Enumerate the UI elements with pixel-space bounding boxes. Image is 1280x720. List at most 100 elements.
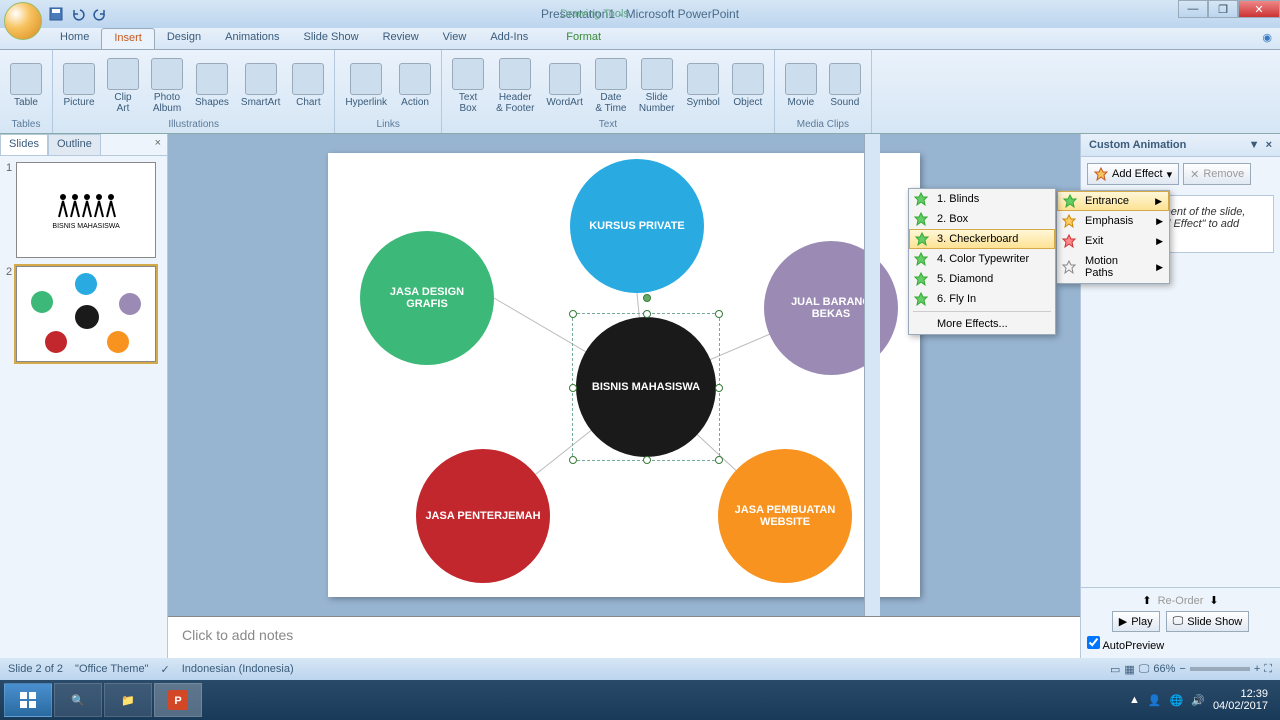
pane-dropdown-icon[interactable]: ▼	[1249, 139, 1260, 151]
view-slideshow-icon[interactable]: 🖵	[1139, 663, 1150, 676]
minimize-button[interactable]: —	[1178, 0, 1208, 18]
effect-diamond[interactable]: 5. Diamond	[909, 269, 1055, 289]
slide-panel: Slides Outline × 1 BISNIS MAHASISWA 2	[0, 134, 168, 658]
view-normal-icon[interactable]: ▭	[1110, 663, 1120, 676]
effect-color-typewriter[interactable]: 4. Color Typewriter	[909, 249, 1055, 269]
tab-slideshow[interactable]: Slide Show	[292, 28, 371, 49]
tab-addins[interactable]: Add-Ins	[478, 28, 540, 49]
ribbon-movie[interactable]: Movie	[781, 61, 821, 110]
pane-close-icon[interactable]: ×	[1266, 139, 1272, 151]
ribbon-symbol[interactable]: Symbol	[683, 61, 724, 110]
ribbon-group-tables: TableTables	[0, 50, 53, 133]
ribbon-picture[interactable]: Picture	[59, 61, 99, 110]
tray-up-icon[interactable]: ▲	[1129, 694, 1140, 706]
title-bar: Presentation1 - Microsoft PowerPoint Dra…	[0, 0, 1280, 28]
zoom-level[interactable]: 66%	[1153, 663, 1175, 675]
ribbon-action[interactable]: Action	[395, 61, 435, 110]
slide-thumbnail-1[interactable]: BISNIS MAHASISWA	[16, 162, 156, 258]
tab-insert[interactable]: Insert	[101, 28, 155, 49]
reorder-down-icon[interactable]: ⬇	[1209, 594, 1218, 607]
slideshow-button[interactable]: 🖵 Slide Show	[1166, 611, 1250, 632]
tray-user-icon[interactable]: 👤	[1148, 694, 1162, 707]
menu-motion-paths[interactable]: Motion Paths▶	[1057, 251, 1169, 283]
slide-canvas[interactable]: KURSUS PRIVATE JASA DESIGN GRAFIS JUAL B…	[328, 153, 920, 597]
ribbon-icon	[399, 63, 431, 95]
spell-check-icon[interactable]: ✓	[160, 663, 169, 676]
ribbon-header[interactable]: Header& Footer	[492, 56, 538, 116]
menu-emphasis[interactable]: Emphasis▶	[1057, 211, 1169, 231]
office-button[interactable]	[4, 2, 42, 40]
taskbar-explorer[interactable]: 📁	[104, 683, 152, 717]
ribbon-wordart[interactable]: WordArt	[542, 61, 587, 110]
add-effect-button[interactable]: Add Effect ▾	[1087, 163, 1179, 185]
tray-volume-icon[interactable]: 🔊	[1191, 694, 1205, 707]
ribbon-sound[interactable]: Sound	[825, 61, 865, 110]
tab-view[interactable]: View	[431, 28, 479, 49]
circle-blue[interactable]: KURSUS PRIVATE	[570, 159, 704, 293]
start-button[interactable]	[4, 683, 52, 717]
ribbon-icon	[785, 63, 817, 95]
ribbon-hyperlink[interactable]: Hyperlink	[341, 61, 391, 110]
tray-date[interactable]: 04/02/2017	[1213, 700, 1268, 712]
autopreview-checkbox[interactable]: AutoPreview	[1087, 640, 1164, 652]
context-tab-title: Drawing Tools	[560, 8, 629, 20]
ribbon-group-links: HyperlinkActionLinks	[335, 50, 442, 133]
play-button[interactable]: ▶ Play	[1112, 611, 1160, 632]
tab-design[interactable]: Design	[155, 28, 213, 49]
theme-indicator: "Office Theme"	[75, 663, 148, 675]
undo-icon[interactable]	[70, 6, 86, 22]
help-icon[interactable]: ◉	[1254, 28, 1280, 49]
effect-checkerboard[interactable]: 3. Checkerboard	[909, 229, 1055, 249]
redo-icon[interactable]	[92, 6, 108, 22]
ribbon-slide[interactable]: SlideNumber	[635, 56, 679, 116]
slide-thumbnail-2[interactable]	[16, 266, 156, 362]
zoom-out-icon[interactable]: −	[1179, 663, 1185, 675]
circle-orange[interactable]: JASA PEMBUATAN WEBSITE	[718, 449, 852, 583]
maximize-button[interactable]: ❐	[1208, 0, 1238, 18]
fit-icon[interactable]: ⛶	[1264, 663, 1272, 676]
taskbar-powerpoint[interactable]: P	[154, 683, 202, 717]
ribbon-photo[interactable]: PhotoAlbum	[147, 56, 187, 116]
outline-tab[interactable]: Outline	[48, 134, 101, 155]
circle-red[interactable]: JASA PENTERJEMAH	[416, 449, 550, 583]
tray-time[interactable]: 12:39	[1213, 688, 1268, 700]
save-icon[interactable]	[48, 6, 64, 22]
ribbon-object[interactable]: Object	[728, 61, 768, 110]
menu-entrance[interactable]: Entrance▶	[1057, 191, 1169, 211]
status-bar: Slide 2 of 2 "Office Theme" ✓ Indonesian…	[0, 658, 1280, 680]
ribbon-text[interactable]: TextBox	[448, 56, 488, 116]
menu-exit[interactable]: Exit▶	[1057, 231, 1169, 251]
ribbon-icon	[595, 58, 627, 90]
close-panel-icon[interactable]: ×	[149, 134, 167, 155]
effect-box[interactable]: 2. Box	[909, 209, 1055, 229]
ribbon-icon	[499, 58, 531, 90]
ribbon-clip[interactable]: ClipArt	[103, 56, 143, 116]
tab-animations[interactable]: Animations	[213, 28, 291, 49]
vertical-scrollbar[interactable]	[864, 134, 880, 616]
slides-tab[interactable]: Slides	[0, 134, 48, 155]
tab-review[interactable]: Review	[371, 28, 431, 49]
ribbon-shapes[interactable]: Shapes	[191, 61, 233, 110]
tray-network-icon[interactable]: 🌐	[1170, 694, 1184, 707]
ribbon-icon	[10, 63, 42, 95]
tab-home[interactable]: Home	[48, 28, 101, 49]
ribbon-table[interactable]: Table	[6, 61, 46, 110]
zoom-slider[interactable]	[1190, 667, 1250, 671]
ribbon-chart[interactable]: Chart	[288, 61, 328, 110]
reorder-up-icon[interactable]: ⬆	[1142, 594, 1151, 607]
language-indicator[interactable]: Indonesian (Indonesia)	[182, 663, 294, 675]
ribbon-smartart[interactable]: SmartArt	[237, 61, 284, 110]
effect-fly-in[interactable]: 6. Fly In	[909, 289, 1055, 309]
ribbon-icon	[107, 58, 139, 90]
zoom-in-icon[interactable]: +	[1254, 663, 1260, 675]
effect-blinds[interactable]: 1. Blinds	[909, 189, 1055, 209]
ribbon-date[interactable]: Date& Time	[591, 56, 631, 116]
view-sorter-icon[interactable]: ▦	[1124, 663, 1134, 676]
thumb1-caption: BISNIS MAHASISWA	[52, 223, 119, 230]
tab-format[interactable]: Format	[554, 28, 613, 49]
close-button[interactable]: ✕	[1238, 0, 1280, 18]
more-effects[interactable]: More Effects...	[909, 314, 1055, 334]
circle-green[interactable]: JASA DESIGN GRAFIS	[360, 231, 494, 365]
taskbar-app-1[interactable]: 🔍	[54, 683, 102, 717]
notes-pane[interactable]: Click to add notes	[168, 616, 1080, 658]
